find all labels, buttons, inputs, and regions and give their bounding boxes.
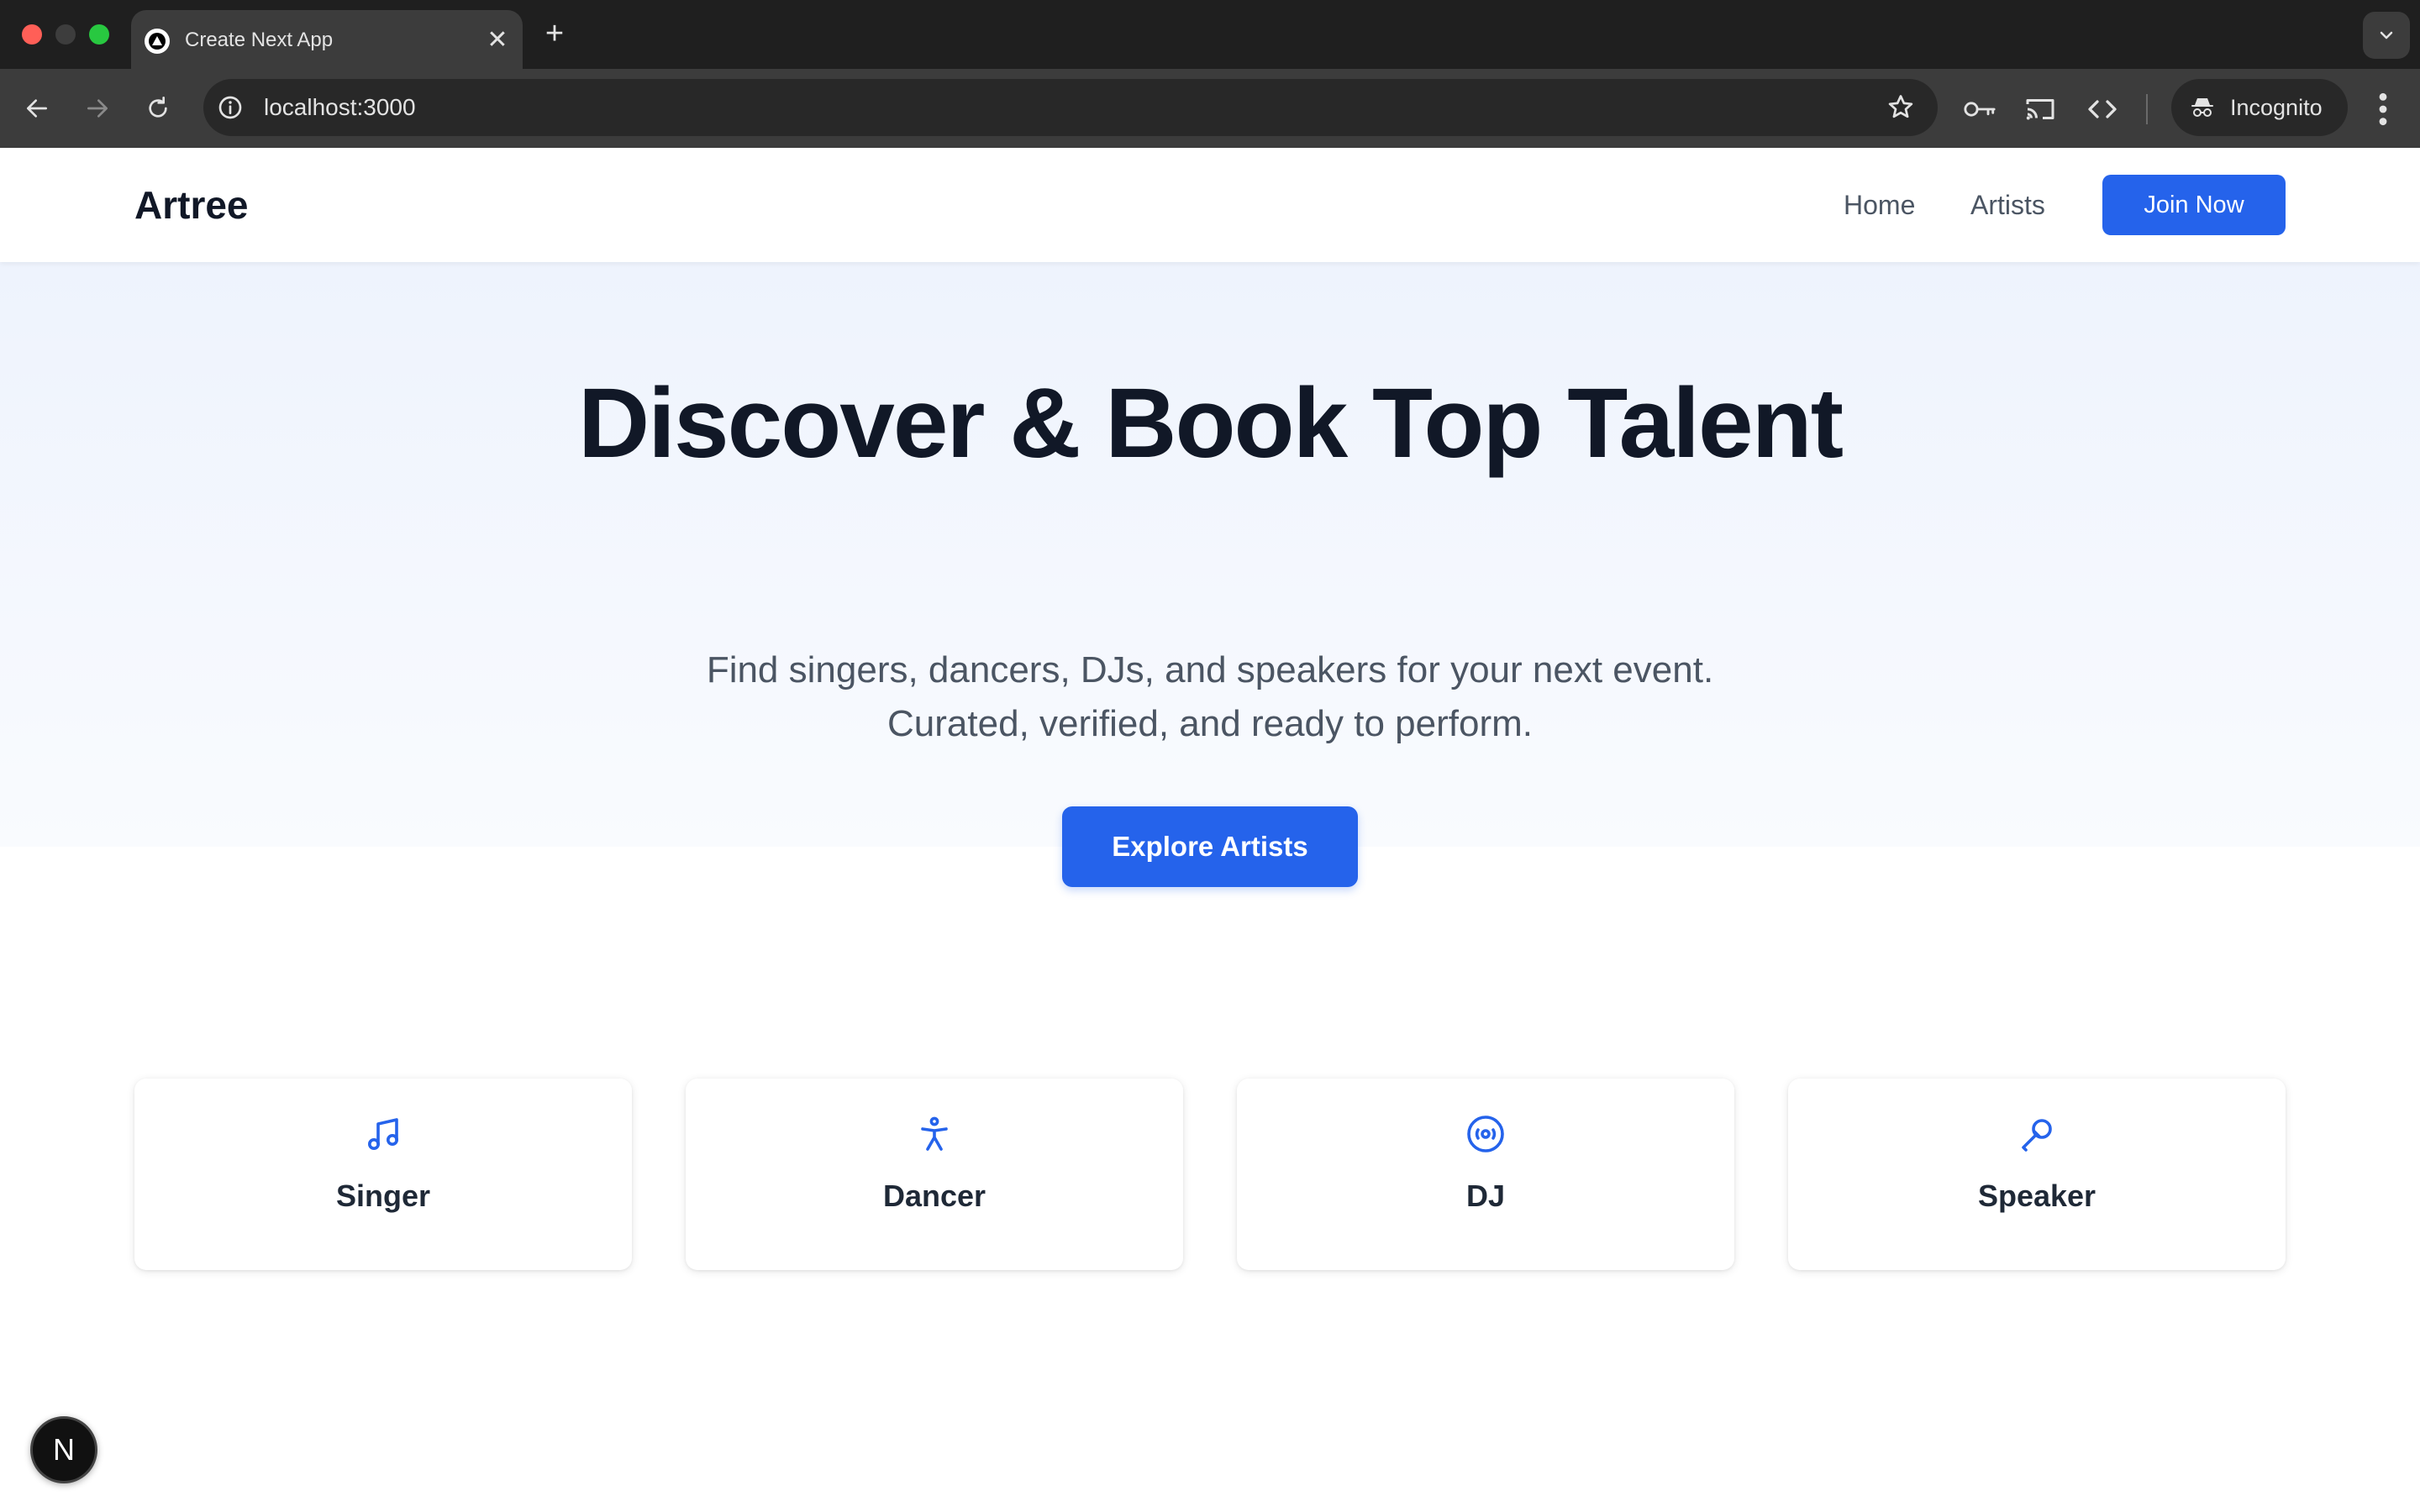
more-options-icon[interactable] xyxy=(2366,91,2400,128)
arrow-left-icon xyxy=(27,99,47,118)
join-now-button[interactable]: Join Now xyxy=(2102,175,2286,235)
browser-toolbar: localhost:3000 Incognito xyxy=(0,69,2420,148)
back-button[interactable] xyxy=(18,90,55,127)
chevron-down-icon xyxy=(2380,31,2393,39)
tab-close-icon[interactable]: ✕ xyxy=(484,27,511,54)
microphone-icon xyxy=(2022,1119,2052,1152)
nav-link-artists[interactable]: Artists xyxy=(1970,178,2045,232)
category-card-speaker[interactable]: Speaker xyxy=(1788,1079,2286,1270)
toolbar-divider xyxy=(2146,94,2148,124)
code-brackets-icon[interactable] xyxy=(2086,94,2119,124)
incognito-icon xyxy=(2191,98,2213,117)
category-label: Dancer xyxy=(882,1179,986,1213)
incognito-label: Incognito xyxy=(2230,95,2323,120)
browser-tab[interactable]: Create Next App ✕ xyxy=(131,10,523,69)
incognito-profile-button[interactable]: Incognito xyxy=(2171,79,2348,136)
category-card-singer[interactable]: Singer xyxy=(134,1079,632,1270)
category-label: DJ xyxy=(1465,1179,1506,1213)
music-note-icon xyxy=(368,1118,398,1150)
nextjs-favicon-icon xyxy=(145,29,170,54)
nextjs-dev-tools-button[interactable]: N xyxy=(30,1416,97,1483)
category-card-dj[interactable]: DJ xyxy=(1237,1079,1734,1270)
hero-subtitle-line-1: Find singers, dancers, DJs, and speakers… xyxy=(706,649,1714,690)
new-tab-button[interactable]: + xyxy=(538,17,571,50)
disc-icon xyxy=(1467,1116,1504,1152)
hero-section xyxy=(0,262,2420,847)
bookmark-star-icon[interactable] xyxy=(1886,92,1916,123)
tab-title: Create Next App xyxy=(185,29,334,51)
url-text[interactable]: localhost:3000 xyxy=(264,79,416,136)
password-key-icon[interactable] xyxy=(1963,94,1996,124)
web-page: Artree Home Artists Join Now Discover & … xyxy=(0,148,2420,1512)
explore-artists-button[interactable]: Explore Artists xyxy=(1062,806,1358,887)
category-card-dancer[interactable]: Dancer xyxy=(686,1079,1183,1270)
nextjs-logo-icon: N xyxy=(53,1432,75,1467)
address-bar[interactable]: localhost:3000 xyxy=(203,79,1938,136)
arrow-right-icon xyxy=(87,99,108,118)
person-icon xyxy=(921,1116,948,1151)
category-label: Speaker xyxy=(1977,1179,2096,1213)
site-logo[interactable]: Artree xyxy=(134,178,249,232)
cast-icon[interactable] xyxy=(2023,94,2057,124)
maximize-window-button[interactable] xyxy=(89,24,109,45)
category-label: Singer xyxy=(335,1179,431,1213)
reload-button[interactable] xyxy=(139,90,176,127)
nav-link-home[interactable]: Home xyxy=(1844,178,1915,232)
reload-icon xyxy=(149,97,167,118)
browser-tab-bar: Create Next App ✕ + xyxy=(0,0,2420,69)
hero-subtitle-line-2: Curated, verified, and ready to perform. xyxy=(887,703,1533,744)
tab-search-button[interactable] xyxy=(2363,12,2410,59)
close-window-button[interactable] xyxy=(22,24,42,45)
forward-button[interactable] xyxy=(79,90,116,127)
site-header: Artree Home Artists Join Now xyxy=(0,148,2420,262)
hero-title: Discover & Book Top Talent xyxy=(577,368,1844,479)
site-info-icon[interactable] xyxy=(217,94,244,121)
minimize-window-button[interactable] xyxy=(55,24,76,45)
